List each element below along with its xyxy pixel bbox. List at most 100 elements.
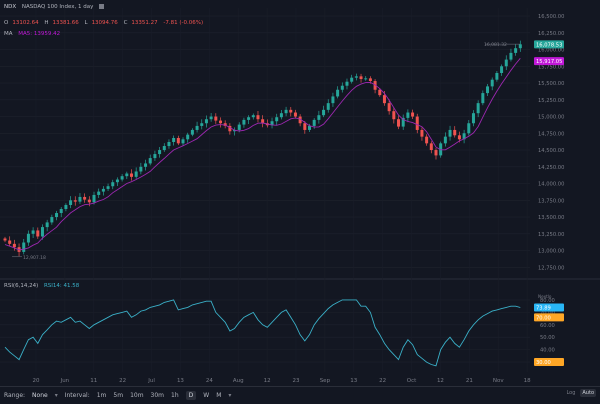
candle-body: [392, 111, 396, 120]
candle-body: [129, 173, 133, 177]
rsi-line: [4, 299, 521, 367]
candle-body: [308, 125, 312, 130]
candle-body: [120, 176, 124, 180]
interval-5m[interactable]: 5m: [113, 392, 123, 399]
candle-body: [214, 116, 218, 121]
candle-body: [162, 146, 166, 151]
candle-body: [425, 136, 429, 144]
candle-body: [64, 204, 68, 210]
candle-body: [275, 117, 279, 122]
candle-body: [167, 142, 171, 147]
price-chart[interactable]: 16,500.00 16,250.00 16,000.00 15,750.00 15,5…: [0, 0, 600, 386]
price-tick-label: 15,000.00: [538, 115, 564, 121]
candle-body: [204, 119, 208, 124]
candle-body: [378, 89, 382, 96]
chevron-down-icon[interactable]: ▾: [228, 392, 231, 399]
price-tick-label: 16,250.00: [538, 31, 564, 37]
price-tick-label: 13,250.00: [538, 232, 564, 238]
candle-body: [387, 103, 391, 112]
candle-body: [22, 242, 26, 252]
price-tick-label: 13,000.00: [538, 249, 564, 255]
candle-body: [486, 86, 490, 94]
price-tick-label: 15,500.00: [538, 81, 564, 87]
price-tick-label: 16,500.00: [538, 14, 564, 20]
range-select[interactable]: None: [32, 392, 48, 399]
candle-body: [467, 123, 471, 134]
candle-body: [471, 113, 475, 124]
low-annotation: 12,907.18: [23, 255, 46, 261]
candle-body: [247, 117, 251, 120]
candle-body: [36, 230, 40, 237]
candle-body: [368, 78, 372, 82]
interval-d[interactable]: D: [185, 391, 197, 400]
candle-body: [87, 199, 91, 203]
candle-body: [190, 129, 194, 135]
candle-body: [317, 115, 321, 120]
time-tick-label: 20: [33, 378, 40, 384]
candle-body: [495, 72, 499, 80]
candle-body: [45, 222, 49, 228]
candle-body: [125, 173, 129, 177]
candle-body: [186, 134, 190, 140]
close-value: 13351.27: [131, 20, 158, 26]
candle-body: [350, 77, 354, 82]
time-tick-label: Aug: [233, 378, 244, 384]
candle-body: [289, 109, 293, 113]
candle-body: [312, 119, 316, 126]
candle-body: [411, 112, 415, 117]
price-tick-label: 12,750.00: [538, 265, 564, 271]
candle-body: [345, 81, 349, 86]
auto-scale-toggle[interactable]: Auto: [580, 389, 596, 397]
candle-body: [148, 158, 152, 164]
log-scale-toggle[interactable]: Log: [564, 389, 577, 397]
candle-body: [237, 124, 241, 130]
interval-1m[interactable]: 1m: [97, 392, 107, 399]
candle-body: [364, 78, 368, 80]
bottom-toolbar: Range: None ▾ Interval: 1m 5m 10m 30m 1h…: [0, 386, 600, 404]
interval-1h[interactable]: 1h: [171, 392, 179, 399]
candle-body: [172, 137, 176, 143]
candle-body: [303, 123, 307, 130]
candle-body: [12, 243, 16, 248]
candle-body: [106, 186, 110, 189]
candle-body: [322, 109, 326, 116]
symbol-header: NDX NASDAQ 100 Index, 1 day: [4, 4, 108, 10]
interval-w[interactable]: W: [203, 392, 209, 399]
candle-body: [251, 115, 255, 118]
rsi-low-badge: 30.00: [536, 360, 551, 366]
interval-30m[interactable]: 30m: [151, 392, 164, 399]
candle-body: [144, 163, 148, 167]
candle-body: [83, 196, 87, 200]
rsi-label: RSI(6,14,24): [4, 283, 39, 289]
candle-body: [158, 150, 162, 155]
ma-row: MA MA5: 13959.42: [4, 31, 64, 37]
candle-body: [354, 76, 358, 78]
rsi-header: RSI(6,14,24) RSI14: 41.58: [4, 283, 83, 289]
candle-body: [153, 154, 157, 159]
candle-body: [59, 209, 63, 214]
candle-body: [31, 230, 35, 234]
time-tick-label: 11: [90, 378, 97, 384]
price-tick-label: 16,000.00: [538, 48, 564, 54]
candle-body: [284, 109, 288, 114]
symbol-description: NASDAQ 100 Index, 1 day: [21, 4, 94, 10]
open-value: 13102.64: [12, 20, 39, 26]
candle-body: [500, 66, 504, 73]
time-tick-label: 12: [437, 378, 444, 384]
rsi-tick-label: 50.00: [540, 335, 555, 341]
interval-m[interactable]: M: [216, 392, 221, 399]
candle-body: [181, 139, 185, 144]
chevron-down-icon[interactable]: ▾: [55, 392, 58, 399]
settings-icon[interactable]: [99, 4, 105, 9]
price-tick-label: 14,500.00: [538, 148, 564, 154]
time-tick-label: Nov: [493, 378, 504, 384]
candle-body: [78, 196, 82, 202]
price-tick-label: 14,250.00: [538, 165, 564, 171]
price-tick-label: 13,750.00: [538, 198, 564, 204]
candle-body: [429, 143, 433, 151]
candle-body: [195, 125, 199, 130]
candle-body: [209, 116, 213, 120]
interval-10m[interactable]: 10m: [130, 392, 143, 399]
rsi-mid-badge: 70.00: [536, 315, 551, 321]
candle-body: [406, 112, 410, 118]
